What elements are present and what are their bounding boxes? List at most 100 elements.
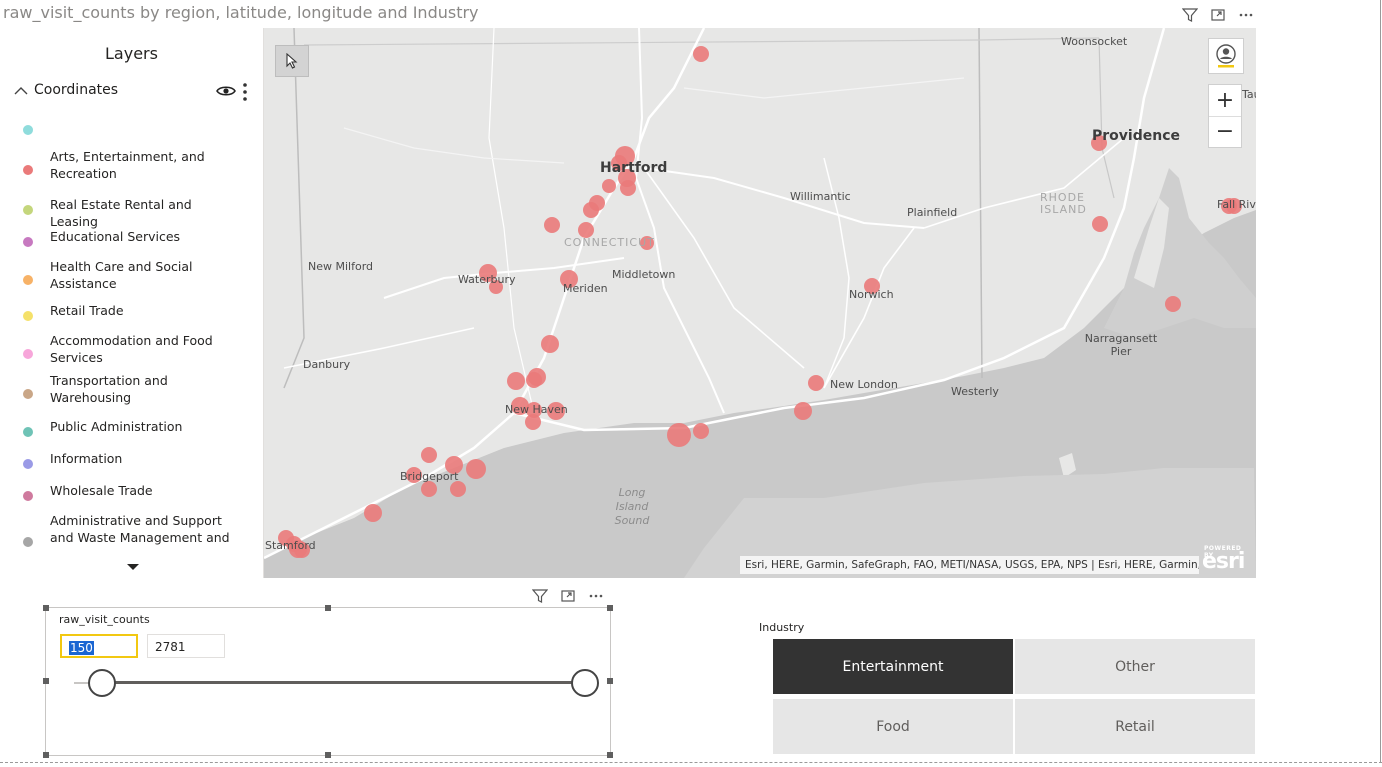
- map-label: Hartford: [600, 160, 668, 176]
- scroll-down-icon[interactable]: [127, 564, 139, 570]
- focus-mode-icon[interactable]: [1209, 6, 1227, 24]
- legend-label: Accommodation and Food Services: [50, 333, 213, 365]
- focus-mode-icon[interactable]: [559, 587, 577, 605]
- map-label: Waterbury: [458, 273, 516, 286]
- map-label: New Milford: [308, 260, 374, 273]
- resize-handle[interactable]: [43, 752, 49, 758]
- map-point[interactable]: [794, 402, 812, 420]
- layers-title: Layers: [105, 44, 158, 63]
- slider-thumb-max[interactable]: [571, 669, 599, 697]
- map-point[interactable]: [693, 423, 709, 439]
- eye-icon[interactable]: [216, 83, 236, 99]
- map-label: Norwich: [849, 288, 894, 301]
- legend-label: Retail Trade: [50, 303, 124, 318]
- layer-row-coordinates[interactable]: Coordinates: [12, 80, 257, 104]
- map-point[interactable]: [450, 481, 466, 497]
- map-point[interactable]: [364, 504, 382, 522]
- layers-panel: Layers Coordinates Arts, Entertainment, …: [0, 28, 264, 578]
- chevron-up-icon[interactable]: [12, 82, 30, 100]
- legend-color-dot: [23, 125, 33, 135]
- map-label: Bridgeport: [400, 470, 459, 483]
- basemap: [264, 28, 1256, 578]
- map-point[interactable]: [808, 375, 824, 391]
- map-label: Fall Rive: [1217, 198, 1256, 211]
- resize-handle[interactable]: [43, 605, 49, 611]
- map-label: Tau: [1242, 88, 1256, 101]
- filter-icon[interactable]: [1181, 6, 1199, 24]
- map-point[interactable]: [693, 46, 709, 62]
- map-point[interactable]: [421, 481, 437, 497]
- map-point[interactable]: [1092, 216, 1108, 232]
- map-point[interactable]: [525, 414, 541, 430]
- industry-option-retail[interactable]: Retail: [1015, 699, 1255, 754]
- map-label: RHODE ISLAND: [1040, 191, 1087, 216]
- industry-option-entertainment[interactable]: Entertainment: [773, 639, 1013, 694]
- map-point[interactable]: [541, 335, 559, 353]
- legend-label: Arts, Entertainment, and Recreation: [50, 149, 205, 181]
- resize-handle[interactable]: [607, 605, 613, 611]
- legend-color-dot: [23, 427, 33, 437]
- legend-color-dot: [23, 237, 33, 247]
- industry-option-food[interactable]: Food: [773, 699, 1013, 754]
- map-point[interactable]: [507, 372, 525, 390]
- zoom-out-button[interactable]: −: [1209, 116, 1241, 147]
- zoom-control: + −: [1208, 84, 1242, 148]
- user-icon: [1216, 44, 1236, 68]
- slider-header-icons: [531, 587, 605, 605]
- map-point[interactable]: [602, 179, 616, 193]
- map-label: CONNECTICUT: [564, 236, 655, 249]
- legend-label: Public Administration: [50, 419, 183, 434]
- resize-handle[interactable]: [607, 752, 613, 758]
- map-label: Danbury: [303, 358, 351, 371]
- more-options-icon[interactable]: [1237, 6, 1255, 24]
- legend-color-dot: [23, 459, 33, 469]
- legend-color-dot: [23, 491, 33, 501]
- map-point[interactable]: [466, 459, 486, 479]
- legend-color-dot: [23, 389, 33, 399]
- slider-track: [100, 681, 584, 684]
- map-label: New Haven: [505, 403, 568, 416]
- map-point[interactable]: [1165, 296, 1181, 312]
- legend-label: Administrative and Support and Waste Man…: [50, 513, 230, 545]
- legend-label: Educational Services: [50, 229, 181, 244]
- zoom-in-button[interactable]: +: [1209, 85, 1241, 117]
- layer-options-icon[interactable]: [240, 81, 250, 103]
- range-max-input[interactable]: 2781: [147, 634, 225, 658]
- map-point[interactable]: [667, 423, 691, 447]
- map-point[interactable]: [526, 372, 542, 388]
- slider-thumb-min[interactable]: [88, 669, 116, 697]
- resize-handle[interactable]: [607, 678, 613, 684]
- legend-color-dot: [23, 311, 33, 321]
- slicer-title: raw_visit_counts: [59, 613, 150, 626]
- resize-handle[interactable]: [43, 678, 49, 684]
- visual-header-icons: [1181, 6, 1255, 24]
- visual-title: raw_visit_counts by region, latitude, lo…: [3, 3, 479, 22]
- range-slicer: raw_visit_counts 150 2781: [43, 605, 613, 758]
- legend-color-dot: [23, 165, 33, 175]
- resize-handle[interactable]: [325, 752, 331, 758]
- map-label: Westerly: [951, 385, 999, 398]
- select-tool-button[interactable]: [275, 45, 309, 77]
- legend-label: Information: [50, 451, 123, 466]
- map-point[interactable]: [544, 217, 560, 233]
- resize-handle[interactable]: [325, 605, 331, 611]
- legend-label: Health Care and Social Assistance: [50, 259, 193, 291]
- filter-icon[interactable]: [531, 587, 549, 605]
- range-min-value: 150: [69, 641, 94, 655]
- map-point[interactable]: [421, 447, 437, 463]
- map-point[interactable]: [583, 202, 599, 218]
- map-label: Providence: [1092, 128, 1180, 144]
- map-label: Middletown: [612, 268, 676, 281]
- user-location-button[interactable]: [1208, 38, 1244, 74]
- map-canvas[interactable]: Woonsocket Providence Hartford Willimant…: [264, 28, 1256, 578]
- cursor-icon: [286, 53, 298, 69]
- legend-label: Transportation and Warehousing: [50, 373, 168, 405]
- map-label: Willimantic: [790, 190, 851, 203]
- range-min-input[interactable]: 150: [60, 634, 138, 658]
- legend-label: Real Estate Rental and Leasing: [50, 197, 192, 229]
- divider: [1380, 0, 1381, 762]
- more-options-icon[interactable]: [587, 587, 605, 605]
- map-point[interactable]: [620, 180, 636, 196]
- legend-label: Wholesale Trade: [50, 483, 153, 498]
- industry-option-other[interactable]: Other: [1015, 639, 1255, 694]
